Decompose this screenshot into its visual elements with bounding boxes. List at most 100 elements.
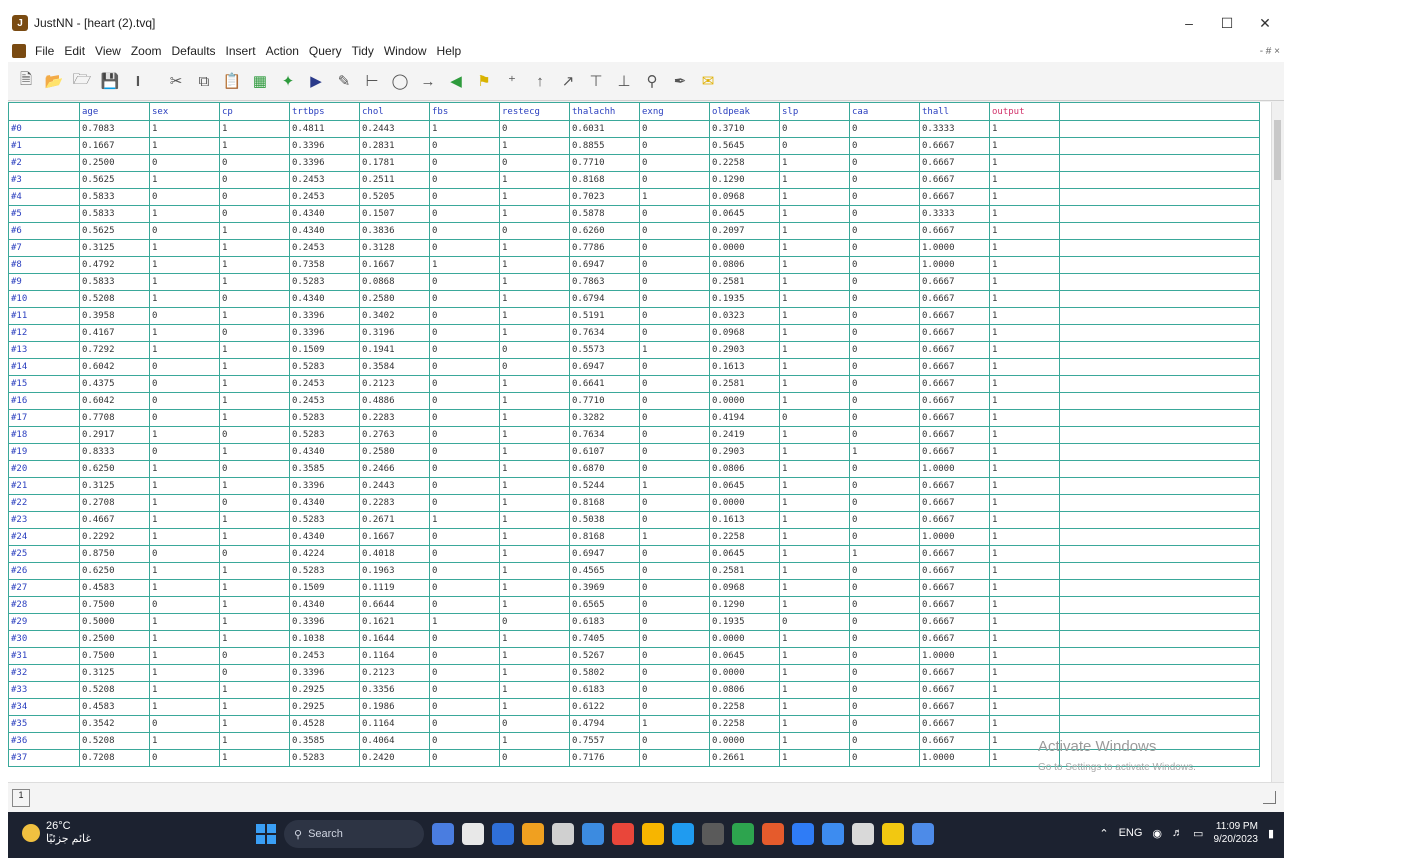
grid-cell[interactable]: 0.2453	[289, 239, 360, 257]
grid-cell[interactable]: 0	[499, 749, 570, 767]
grid-cell[interactable]: 0	[849, 409, 920, 427]
grid-cell[interactable]: 0.2258	[709, 528, 780, 546]
grid-cell[interactable]: 1	[989, 409, 1060, 427]
grid-cell[interactable]: 1	[779, 188, 850, 206]
grid-cell[interactable]: 1	[779, 681, 850, 699]
taskbar-app-icon[interactable]	[642, 823, 664, 845]
grid-cell[interactable]: 0	[219, 290, 290, 308]
grid-cell[interactable]: 0	[849, 562, 920, 580]
grid-cell[interactable]: 0.1667	[79, 137, 150, 155]
grid-cell[interactable]: 0.2581	[709, 273, 780, 291]
grid-cell[interactable]: 1	[429, 256, 500, 274]
grid-cell[interactable]: 1	[219, 596, 290, 614]
row-label[interactable]: #23	[8, 511, 80, 529]
windows-start-icon[interactable]	[256, 824, 276, 844]
grid-cell[interactable]: 0.2123	[359, 375, 430, 393]
grid-cell[interactable]: 1	[989, 307, 1060, 325]
grid-cell[interactable]: 1	[219, 358, 290, 376]
grid-cell[interactable]: 0.4340	[289, 596, 360, 614]
grid-cell[interactable]: 0.1963	[359, 562, 430, 580]
menu-tidy[interactable]: Tidy	[347, 44, 379, 58]
save-icon[interactable]: 💾	[98, 68, 122, 94]
grid-cell[interactable]: 0.4064	[359, 732, 430, 750]
row-label[interactable]: #24	[8, 528, 80, 546]
grid-cell[interactable]: 0	[149, 188, 220, 206]
grid-cell[interactable]: 0.3396	[289, 137, 360, 155]
grid-cell[interactable]: 1	[779, 715, 850, 733]
grid-cell[interactable]: 0.3125	[79, 239, 150, 257]
grid-cell[interactable]: 0.6250	[79, 460, 150, 478]
column-header[interactable]: sex	[149, 102, 220, 121]
grid-cell[interactable]: 0.3585	[289, 732, 360, 750]
grid-cell[interactable]: 1	[499, 324, 570, 342]
grid-cell[interactable]: 1	[499, 732, 570, 750]
grid-cell[interactable]: 0	[429, 647, 500, 665]
grid-cell[interactable]: 0	[429, 528, 500, 546]
table-row[interactable]: #18 0.2917 1 0 0.5283 0.2763 0 1 0.7634 0 0.2419 1 0…	[8, 426, 1260, 444]
grid-corner[interactable]	[8, 102, 80, 121]
row-label[interactable]: #9	[8, 273, 80, 291]
grid-cell[interactable]: 0	[639, 732, 710, 750]
grid-cell[interactable]: 0.8333	[79, 443, 150, 461]
grid-cell[interactable]: 0.5878	[569, 205, 640, 223]
grid-cell[interactable]: 0.6947	[569, 358, 640, 376]
grid-cell[interactable]: 1	[219, 273, 290, 291]
grid-cell[interactable]: 0	[849, 341, 920, 359]
table-row[interactable]: #22 0.2708 1 0 0.4340 0.2283 0 1 0.8168 0 0.0000 1 0…	[8, 494, 1260, 512]
grid-cell[interactable]: 0	[149, 409, 220, 427]
grid-cell[interactable]: 0	[639, 698, 710, 716]
row-label[interactable]: #5	[8, 205, 80, 223]
table-row[interactable]: #9 0.5833 1 1 0.5283 0.0868 0 1 0.7863 0 0.2581 1 0 0…	[8, 273, 1260, 291]
menu-view[interactable]: View	[90, 44, 126, 58]
grid-cell[interactable]: 0.1509	[289, 341, 360, 359]
grid-cell[interactable]: 0.5833	[79, 188, 150, 206]
table-row[interactable]: #4 0.5833 0 0 0.2453 0.5205 0 1 0.7023 1 0.0968 1 0 0…	[8, 188, 1260, 206]
grid-cell[interactable]: 0.6667	[919, 426, 990, 444]
grid-cell[interactable]: 1	[499, 188, 570, 206]
menu-action[interactable]: Action	[261, 44, 304, 58]
grid-cell[interactable]: 0.1613	[709, 511, 780, 529]
table-row[interactable]: #31 0.7500 1 0 0.2453 0.1164 0 1 0.5267 0 0.0645 1 0…	[8, 647, 1260, 665]
row-label[interactable]: #13	[8, 341, 80, 359]
grid-cell[interactable]: 1	[499, 171, 570, 189]
grid-cell[interactable]: 1	[989, 341, 1060, 359]
grid-cell[interactable]: 1	[219, 443, 290, 461]
grid-cell[interactable]: 0.2283	[359, 409, 430, 427]
grid-cell[interactable]: 0	[429, 596, 500, 614]
taskbar-app-icon[interactable]	[732, 823, 754, 845]
grid-cell[interactable]: 0.0806	[709, 460, 780, 478]
grid-cell[interactable]: 0.5244	[569, 477, 640, 495]
table-row[interactable]: #25 0.8750 0 0 0.4224 0.4018 0 1 0.6947 0 0.0645 1 1…	[8, 545, 1260, 563]
grid-cell[interactable]: 0.7023	[569, 188, 640, 206]
grid-cell[interactable]: 0.1119	[359, 579, 430, 597]
grid-cell[interactable]: 0.2453	[289, 171, 360, 189]
grid-cell[interactable]: 0.0000	[709, 664, 780, 682]
grid-cell[interactable]: 0	[849, 630, 920, 648]
grid-cell[interactable]: 0.6667	[919, 715, 990, 733]
zoom-icon[interactable]: ⚲	[640, 68, 664, 94]
grid-cell[interactable]: 0.5283	[289, 273, 360, 291]
grid-cell[interactable]: 0	[149, 154, 220, 172]
grid-cell[interactable]: 0.4811	[289, 120, 360, 138]
grid-cell[interactable]: 0.5573	[569, 341, 640, 359]
grid-cell[interactable]: 1.0000	[919, 647, 990, 665]
grid-cell[interactable]: 0.7708	[79, 409, 150, 427]
grid-cell[interactable]: 1	[779, 358, 850, 376]
grid-cell[interactable]: 0	[499, 358, 570, 376]
grid-cell[interactable]: 0.1621	[359, 613, 430, 631]
grid-cell[interactable]: 0.3282	[569, 409, 640, 427]
grid-cell[interactable]: 1	[149, 698, 220, 716]
grid-cell[interactable]: 0.2903	[709, 443, 780, 461]
column-header[interactable]: exng	[639, 102, 710, 121]
grid-cell[interactable]: 1	[219, 613, 290, 631]
grid-cell[interactable]: 1	[219, 715, 290, 733]
grid-cell[interactable]: 1	[149, 647, 220, 665]
grid-cell[interactable]: 0.8168	[569, 494, 640, 512]
grid-cell[interactable]: 0	[429, 205, 500, 223]
grid-cell[interactable]: 0	[149, 358, 220, 376]
close-button[interactable]: ✕	[1246, 6, 1284, 40]
grid-cell[interactable]: 0.4340	[289, 443, 360, 461]
row-label[interactable]: #34	[8, 698, 80, 716]
grid-cell[interactable]: 1	[429, 613, 500, 631]
grid-cell[interactable]: 1	[499, 205, 570, 223]
